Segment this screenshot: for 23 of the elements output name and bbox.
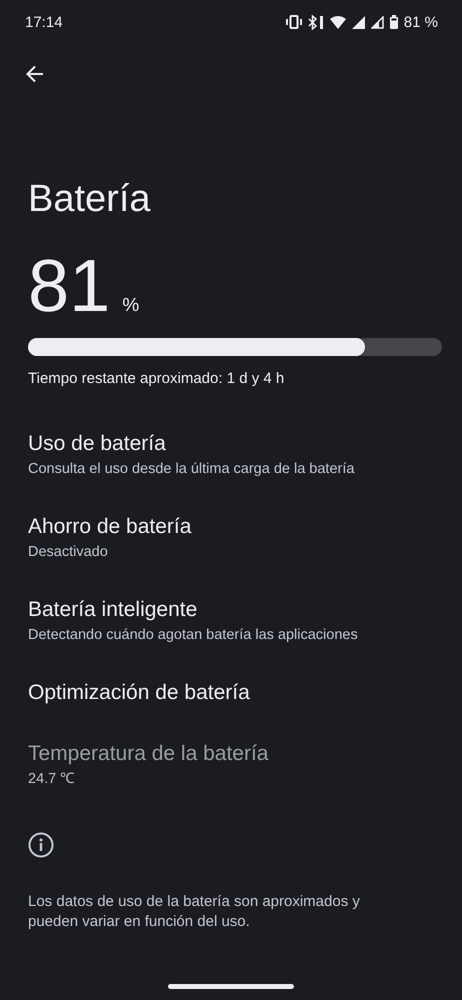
- item-title[interactable]: Uso de batería: [28, 431, 442, 457]
- signal-icon: [352, 16, 365, 28]
- item-title[interactable]: Ahorro de batería: [28, 514, 442, 540]
- percent-unit: %: [122, 295, 140, 317]
- item-title: Temperatura de la batería: [28, 741, 270, 767]
- item-summary: Consulta el uso desde la última carga de la batería: [28, 460, 356, 479]
- vibrate-icon: [286, 15, 302, 29]
- item-summary: Desactivado: [28, 543, 109, 562]
- battery-level-value: 81: [28, 244, 110, 328]
- remaining-time: Tiempo restante aproximado: 1 d y 4 h: [28, 370, 286, 387]
- item-title[interactable]: Optimización de batería: [28, 680, 442, 706]
- signal-icon: [370, 16, 384, 28]
- battery-icon: [390, 15, 398, 29]
- item-summary: Detectando cuándo agotan batería las aplicaciones: [28, 626, 359, 645]
- item-title[interactable]: Batería inteligente: [28, 597, 442, 623]
- battery-percentage: 81 %: [404, 14, 438, 30]
- bluetooth-icon: [308, 14, 324, 30]
- page-title: Batería: [28, 177, 152, 222]
- clock: 17:14: [25, 14, 64, 30]
- wifi-icon: [330, 16, 346, 28]
- item-summary: 24.7 ℃: [28, 770, 76, 789]
- footer-note: Los datos de uso de la batería son aproximados y pueden variar en función del uso.: [28, 892, 361, 932]
- info-icon: [28, 832, 54, 858]
